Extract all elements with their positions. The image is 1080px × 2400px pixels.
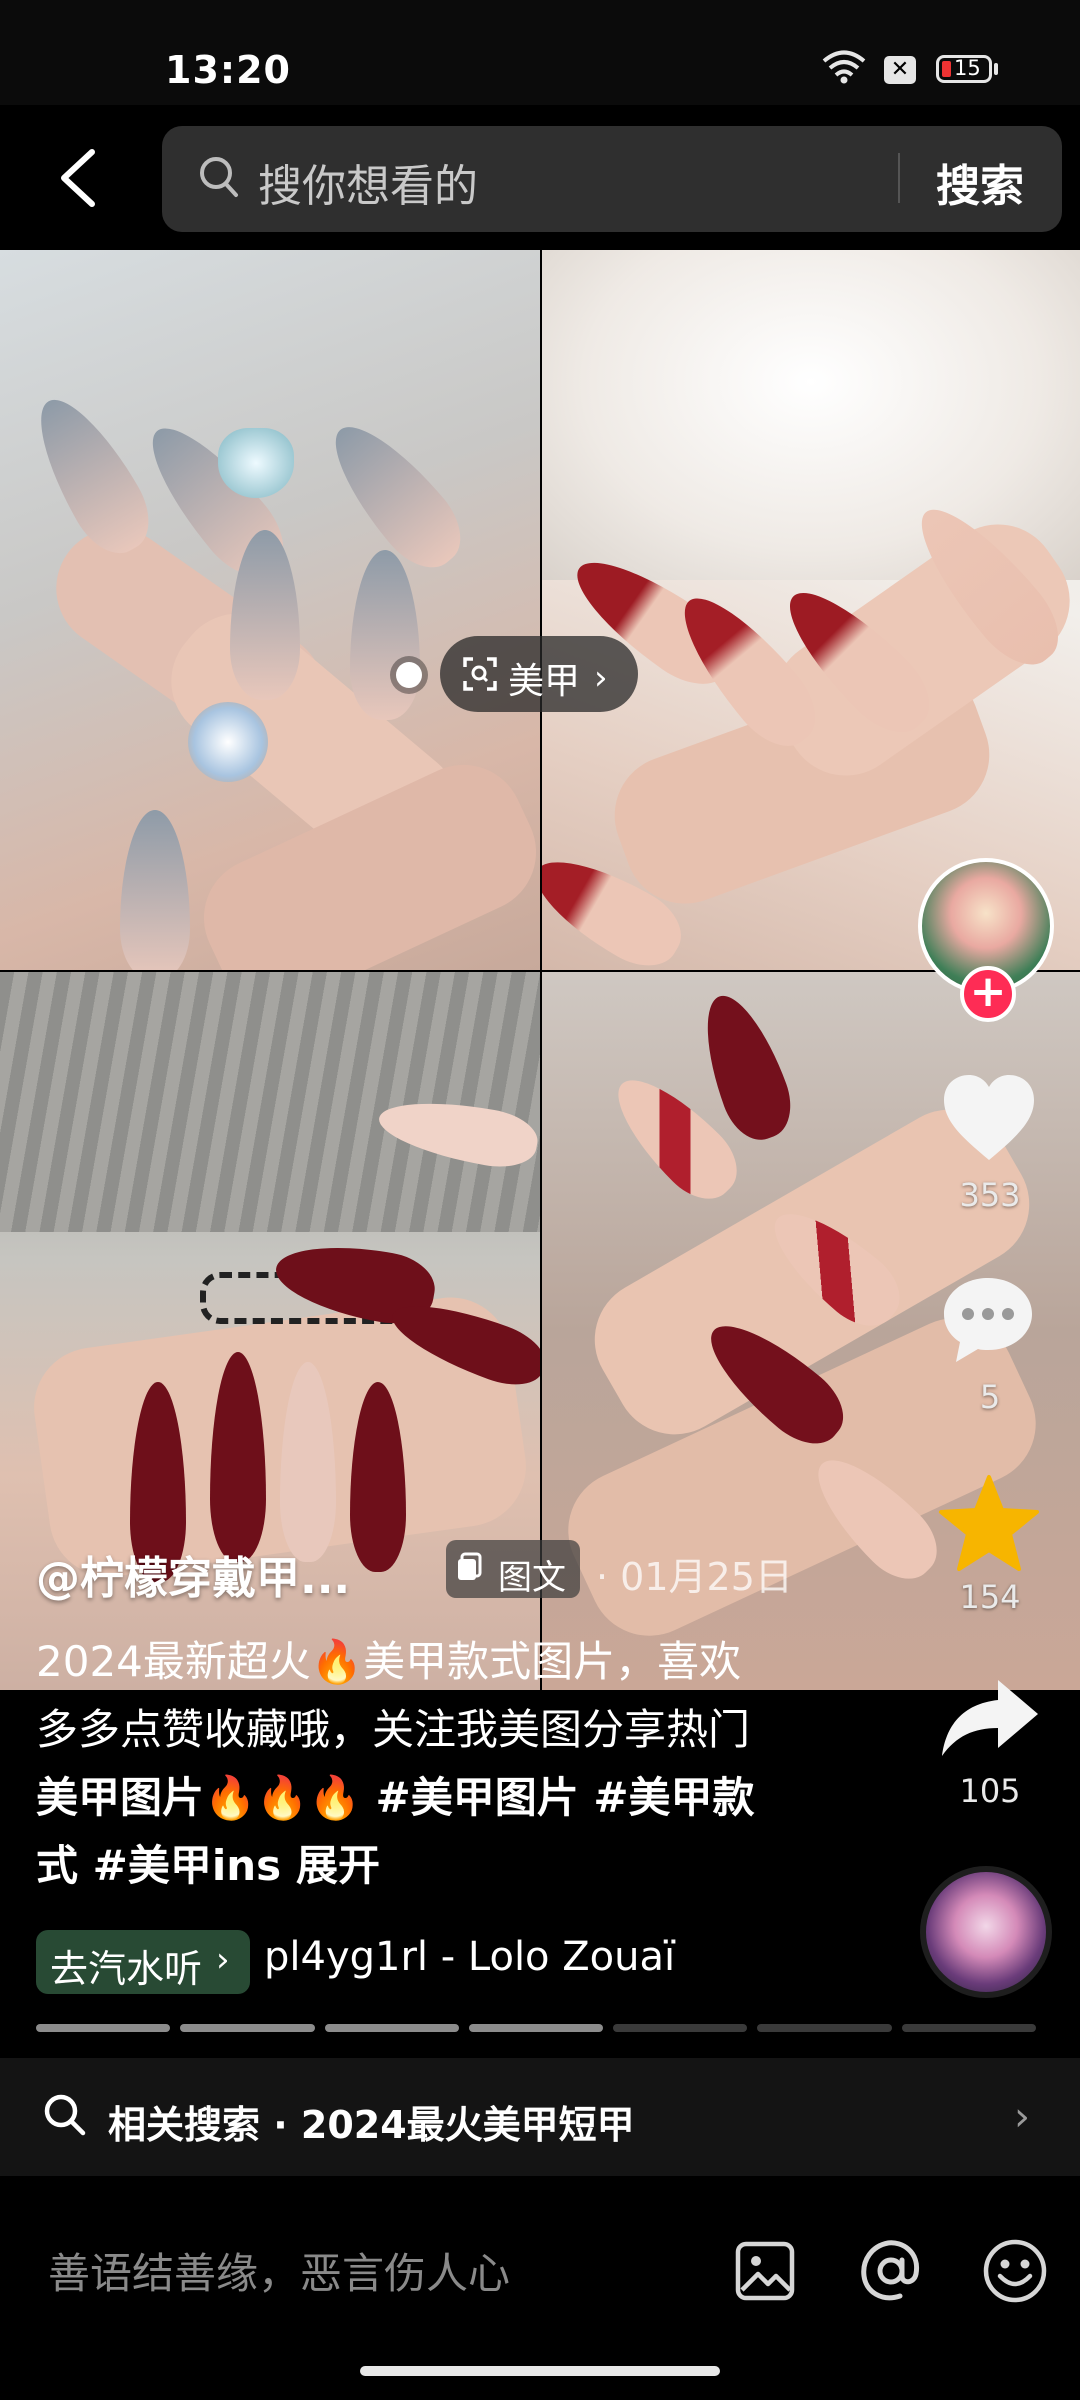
like-count: 353: [959, 1176, 1021, 1214]
caption-line-4: 式 #美甲ins: [36, 1841, 282, 1890]
author-name[interactable]: @柠檬穿戴甲...: [36, 1542, 350, 1606]
post-date: · 01月25日: [596, 1555, 793, 1599]
chevron-right-icon: ›: [594, 658, 608, 698]
post-type-label: 图文: [498, 1558, 566, 1598]
image-post-icon: [458, 1552, 482, 1580]
search-divider: [898, 153, 900, 203]
comment-icon[interactable]: [940, 1272, 1036, 1368]
caption-line-1: 2024最新超火🔥美甲款式图片，喜欢: [36, 1637, 742, 1686]
search-button[interactable]: 搜索: [936, 150, 1024, 214]
progress-segment: [757, 2024, 892, 2032]
share-arrow-icon[interactable]: [940, 1676, 1040, 1760]
progress-segment: [324, 2024, 459, 2032]
battery-tip: [994, 63, 998, 75]
search-icon: [200, 157, 238, 197]
progress-segment: [180, 2024, 315, 2032]
music-disc[interactable]: [920, 1866, 1052, 1998]
follow-button[interactable]: +: [960, 966, 1016, 1022]
battery-icon: 15: [936, 55, 992, 83]
related-search-label: 相关搜索 · 2024最火美甲短甲: [108, 2103, 635, 2147]
favorite-star-icon[interactable]: [938, 1474, 1040, 1572]
listen-in-app-label: 去汽水听: [50, 1947, 203, 1991]
comment-count: 5: [979, 1378, 1001, 1416]
favorite-count: 154: [959, 1578, 1021, 1616]
caption-line-2: 多多点赞收藏哦，关注我美图分享热门: [36, 1705, 751, 1754]
battery-level: 15: [954, 56, 981, 80]
chevron-right-icon: ›: [1014, 2094, 1030, 2140]
image-picker-icon[interactable]: [734, 2240, 796, 2302]
search-icon: [44, 2094, 86, 2136]
music-title[interactable]: pl4yg1rl - Lolo Zouaï: [264, 1934, 675, 1980]
share-count: 105: [959, 1772, 1021, 1810]
like-heart-icon[interactable]: [940, 1072, 1038, 1164]
wifi-icon: [822, 50, 866, 84]
emoji-icon[interactable]: [982, 2238, 1048, 2304]
search-input[interactable]: 搜你想看的: [258, 150, 478, 214]
scan-icon: [463, 657, 497, 691]
progress-segment: [901, 2024, 1036, 2032]
progress-segment: [468, 2024, 604, 2032]
caption-line-3: 美甲图片🔥🔥🔥 #美甲图片 #美甲款: [36, 1773, 755, 1822]
caption-expand-button[interactable]: 展开: [296, 1832, 380, 1893]
status-bar: [0, 0, 1080, 105]
home-indicator: [360, 2366, 720, 2376]
chevron-right-icon: ›: [216, 1940, 230, 1980]
progress-segment: [36, 2024, 171, 2032]
status-time: 13:20: [165, 48, 291, 92]
post-image-1[interactable]: [0, 250, 540, 970]
tag-anchor-dot: [396, 662, 422, 688]
progress-segment: [613, 2024, 748, 2032]
comment-input[interactable]: 善语结善缘，恶言伤人心: [48, 2240, 510, 2301]
back-arrow-icon[interactable]: [52, 148, 108, 208]
mention-icon[interactable]: [858, 2238, 924, 2304]
image-tag-label: 美甲: [508, 661, 581, 702]
sim-blocked-icon: ✕: [884, 56, 916, 84]
